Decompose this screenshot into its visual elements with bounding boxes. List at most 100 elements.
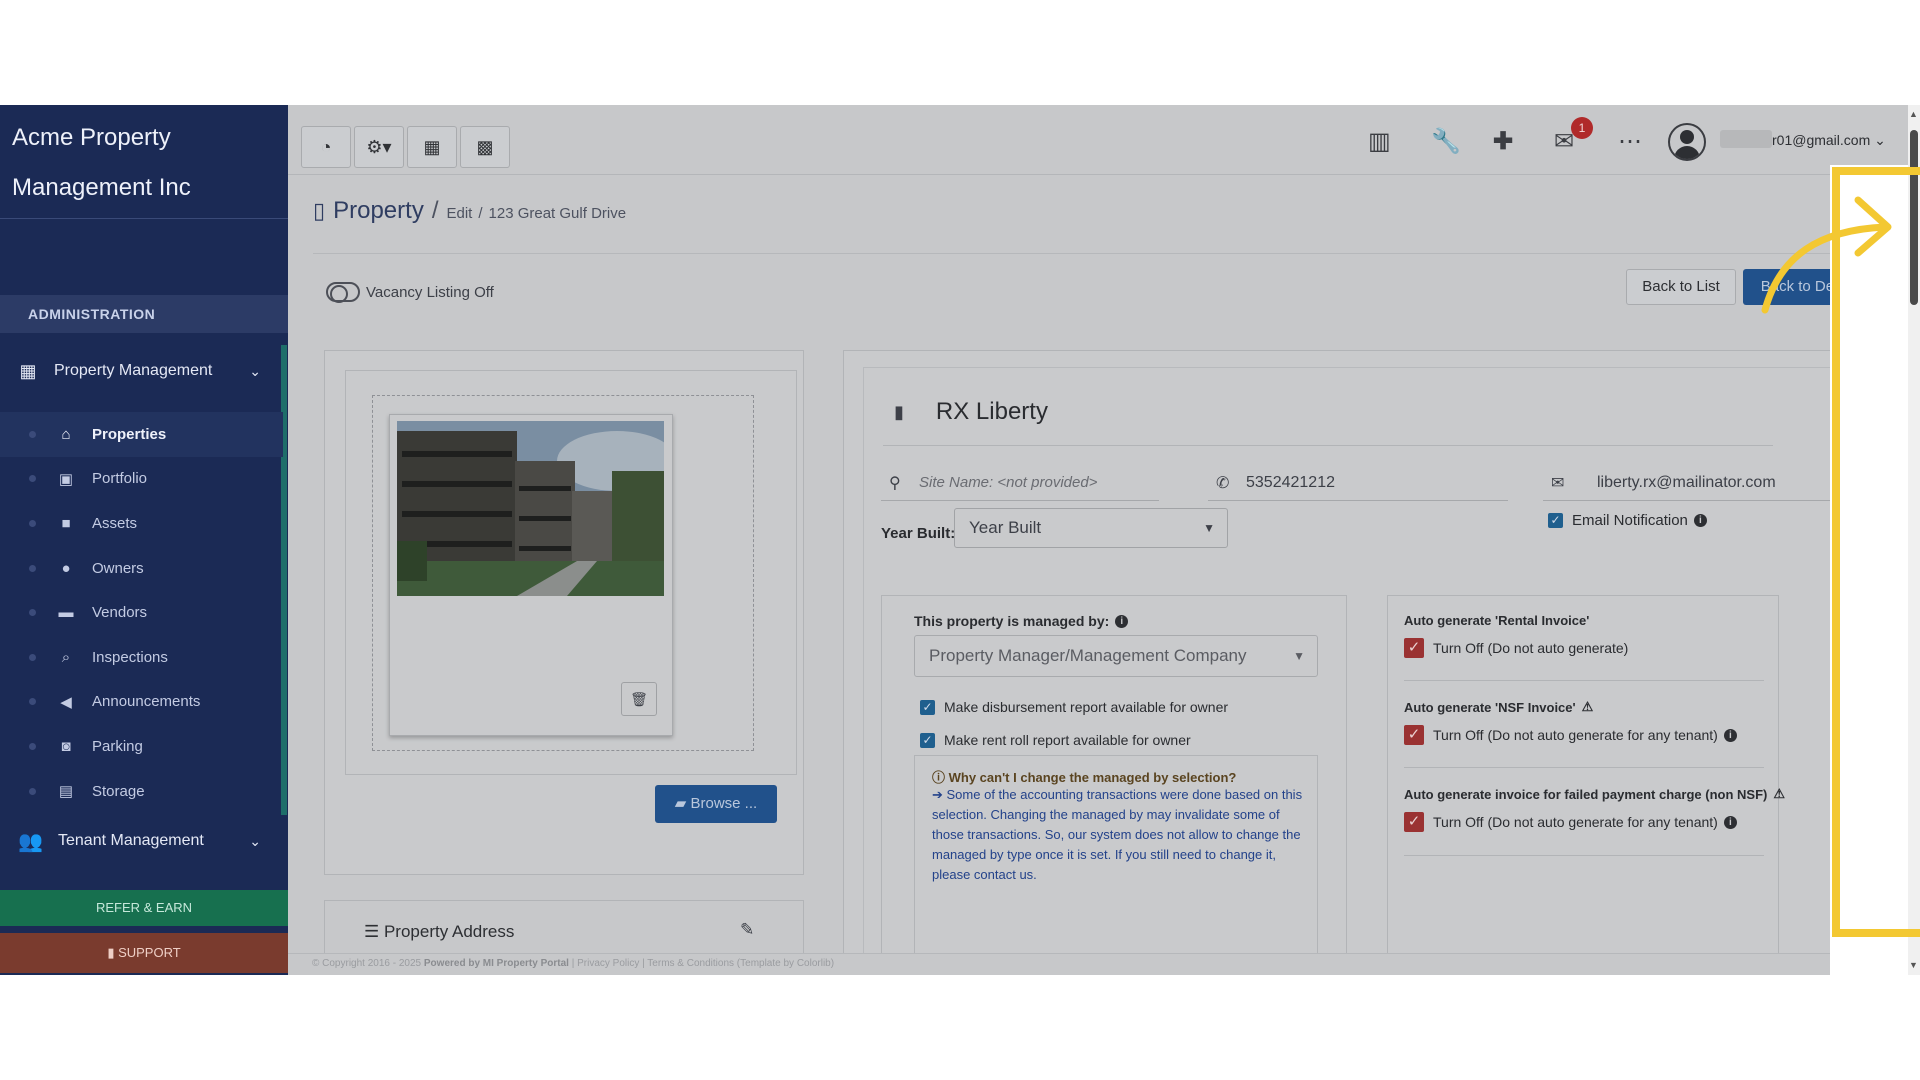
- footer-powered[interactable]: Powered by MI Property Portal: [424, 958, 569, 969]
- explanation-text: ➔ Some of the accounting transactions we…: [932, 785, 1312, 885]
- search-icon: ⌕: [61, 648, 71, 666]
- chevron-down-icon: ⌄: [249, 362, 261, 379]
- calendar-button[interactable]: ▦: [407, 126, 457, 168]
- checkbox-checked-icon[interactable]: ✓: [1404, 638, 1424, 658]
- failed-payment-option[interactable]: ✓ Turn Off (Do not auto generate for any…: [1404, 812, 1737, 832]
- sidebar-item-label: Owners: [92, 559, 144, 577]
- info-icon[interactable]: i: [1115, 614, 1129, 628]
- sidebar-item-label: Portfolio: [92, 470, 148, 488]
- nsf-invoice-option-label: Turn Off (Do not auto generate for any t…: [1433, 727, 1718, 743]
- sidebar-item-label: Parking: [92, 737, 143, 755]
- sidebar-item-announcements[interactable]: ◀ Announcements: [0, 680, 283, 725]
- bullet-icon: [29, 653, 36, 661]
- sidebar-item-assets[interactable]: ■ Assets: [0, 501, 283, 546]
- managed-by-select[interactable]: Property Manager/Management Company ▼: [914, 635, 1318, 677]
- edit-icon[interactable]: ✎: [740, 920, 754, 940]
- scroll-up-icon[interactable]: ▲: [1909, 109, 1918, 119]
- sidebar-item-property-management[interactable]: ▦ Property Management ⌄: [0, 350, 283, 392]
- nsf-invoice-option[interactable]: ✓ Turn Off (Do not auto generate for any…: [1404, 725, 1737, 745]
- footer-template: (Template by Colorlib): [736, 958, 835, 969]
- avatar[interactable]: [1668, 123, 1706, 161]
- divider: [1404, 680, 1764, 681]
- checkbox-checked-icon[interactable]: ✓: [1404, 812, 1424, 832]
- app-stage: Acme Property Management Inc ADMINISTRAT…: [0, 105, 1920, 975]
- phone-icon: ✆: [1216, 474, 1230, 492]
- footer-links[interactable]: | Privacy Policy | Terms & Conditions: [572, 958, 734, 969]
- home-icon: ⌂: [61, 425, 71, 443]
- wrench-icon[interactable]: 🔧: [1431, 127, 1461, 156]
- sidebar-item-label: Property Management: [54, 362, 213, 379]
- calculator-icon: ▩: [476, 136, 494, 157]
- refer-earn-button[interactable]: REFER & EARN: [0, 890, 288, 926]
- browse-button[interactable]: ▰ Browse ...: [655, 785, 777, 823]
- toggle-icon[interactable]: [326, 282, 360, 303]
- sliders-icon: ☰: [364, 922, 384, 941]
- caret-down-icon: ▼: [1203, 521, 1215, 535]
- year-built-label: Year Built:: [881, 525, 956, 542]
- info-icon[interactable]: i: [1723, 728, 1737, 742]
- info-icon[interactable]: i: [1723, 815, 1737, 829]
- site-name-field[interactable]: ⚲ Site Name: <not provided>: [881, 465, 1159, 501]
- users-icon: 👥: [18, 830, 43, 853]
- bullet-icon: [29, 430, 36, 438]
- warning-icon[interactable]: ⚠: [1773, 786, 1785, 802]
- building-photo-illustration: [397, 421, 664, 596]
- bullhorn-icon: ◀: [60, 693, 72, 711]
- breadcrumb: ▯ Property / Edit / 123 Great Gulf Drive: [313, 197, 626, 225]
- trash-icon: 🗑: [630, 691, 648, 707]
- delete-image-button[interactable]: 🗑: [621, 682, 657, 716]
- sidebar-item-inspections[interactable]: ⌕ Inspections: [0, 635, 283, 680]
- breadcrumb-separator: /: [478, 205, 483, 222]
- support-button[interactable]: ▮ SUPPORT: [0, 933, 288, 973]
- sidebar-item-portfolio[interactable]: ▣ Portfolio: [0, 457, 283, 502]
- bullet-icon: [29, 787, 36, 795]
- sidebar: Acme Property Management Inc ADMINISTRAT…: [0, 105, 288, 975]
- question-icon: ⓘ: [932, 770, 949, 785]
- brand-name[interactable]: Acme Property Management Inc: [0, 105, 288, 219]
- rental-invoice-option-label: Turn Off (Do not auto generate): [1433, 640, 1629, 656]
- checkbox-checked-icon[interactable]: ✓: [1548, 513, 1563, 528]
- sidebar-item-storage[interactable]: ▤ Storage: [0, 769, 283, 814]
- scroll-down-icon[interactable]: ▼: [1909, 960, 1918, 970]
- plus-icon[interactable]: ✚: [1493, 127, 1513, 156]
- sidebar-item-label: Storage: [92, 782, 145, 800]
- failed-payment-option-label: Turn Off (Do not auto generate for any t…: [1433, 814, 1718, 830]
- car-icon: ◙: [61, 737, 71, 755]
- breadcrumb-property[interactable]: Property: [333, 197, 424, 225]
- user-menu[interactable]: r01@gmail.com ⌄: [1772, 132, 1886, 149]
- year-built-select[interactable]: Year Built ▼: [954, 508, 1228, 548]
- dashboard-button[interactable]: ◔: [301, 126, 351, 168]
- rent-roll-checkbox-row[interactable]: ✓ Make rent roll report available for ow…: [920, 732, 1191, 748]
- rental-invoice-option[interactable]: ✓ Turn Off (Do not auto generate): [1404, 638, 1628, 658]
- phone-field[interactable]: ✆ 5352421212: [1208, 465, 1508, 501]
- email-value: liberty.rx@mailinator.com: [1597, 473, 1776, 491]
- bullet-icon: [29, 609, 36, 617]
- disbursement-label: Make disbursement report available for o…: [944, 699, 1229, 715]
- sidebar-item-label: Tenant Management: [58, 832, 204, 849]
- info-icon[interactable]: i: [1693, 514, 1707, 527]
- checkbox-checked-icon[interactable]: ✓: [920, 699, 935, 715]
- managed-by-value: Property Manager/Management Company: [929, 646, 1247, 665]
- warning-icon[interactable]: ⚠: [1582, 699, 1594, 715]
- checkbox-checked-icon[interactable]: ✓: [1404, 725, 1424, 745]
- settings-dropdown-button[interactable]: ⚙▾: [354, 126, 404, 168]
- checkbox-checked-icon[interactable]: ✓: [920, 732, 935, 748]
- email-notification-checkbox[interactable]: ✓ Email Notification i: [1548, 512, 1707, 529]
- bar-chart-icon[interactable]: ▥: [1368, 127, 1391, 156]
- more-icon[interactable]: ⋯: [1618, 127, 1642, 156]
- user-email: r01@gmail.com: [1772, 132, 1871, 148]
- sidebar-item-vendors[interactable]: ▬ Vendors: [0, 590, 283, 635]
- email-field[interactable]: ✉ liberty.rx@mailinator.com: [1543, 465, 1833, 501]
- back-to-list-button[interactable]: Back to List: [1626, 269, 1736, 305]
- sidebar-item-owners[interactable]: ● Owners: [0, 546, 283, 591]
- calculator-button[interactable]: ▩: [460, 126, 510, 168]
- vacancy-listing-toggle[interactable]: Vacancy Listing Off: [326, 282, 494, 303]
- sidebar-item-parking[interactable]: ◙ Parking: [0, 724, 283, 769]
- sidebar-item-tenant-management[interactable]: 👥 Tenant Management ⌄: [0, 820, 283, 862]
- sidebar-item-label: Vendors: [92, 604, 148, 622]
- folder-icon: ▰: [674, 795, 691, 812]
- sidebar-item-properties[interactable]: ⌂ Properties: [0, 412, 283, 457]
- disbursement-checkbox-row[interactable]: ✓ Make disbursement report available for…: [920, 699, 1228, 715]
- briefcase-icon: ▬: [58, 604, 74, 622]
- mail-icon: ✉: [1551, 474, 1565, 492]
